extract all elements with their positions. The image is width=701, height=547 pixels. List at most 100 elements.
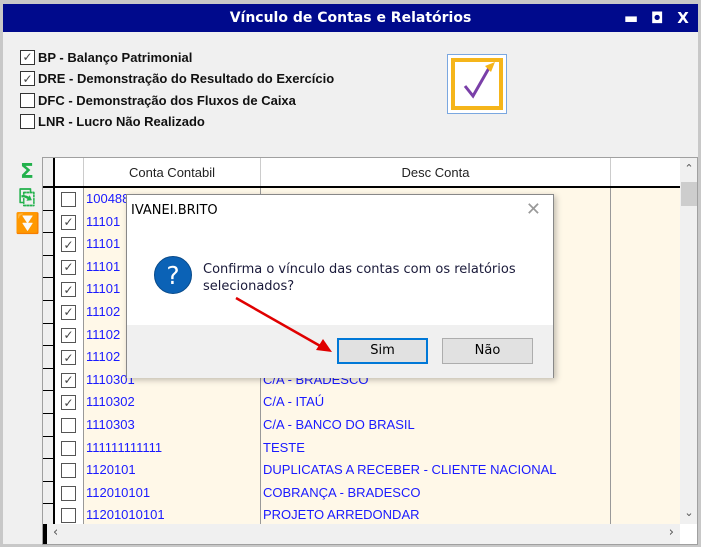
row-indicator [43, 436, 55, 460]
report-label: BP - Balanço Patrimonial [38, 49, 193, 65]
vertical-scrollbar[interactable]: ⌃ ⌄ [680, 158, 697, 524]
row-indicator [43, 188, 55, 211]
cell-desc[interactable]: DUPLICATAS A RECEBER - CLIENTE NACIONAL [261, 459, 611, 482]
dialog-close-button[interactable]: ✕ [526, 199, 541, 220]
row-indicator [43, 323, 55, 347]
row-indicator [43, 391, 55, 414]
cell-empty [611, 278, 680, 301]
row-checkbox[interactable] [61, 192, 76, 207]
cell-empty [611, 188, 680, 211]
export-icon[interactable]: ⎘ [15, 185, 39, 211]
close-button[interactable]: X [670, 4, 696, 32]
confirm-link-button[interactable] [447, 54, 507, 114]
report-label: LNR - Lucro Não Realizado [38, 114, 205, 129]
row-checkbox[interactable]: ✓ [61, 350, 76, 366]
table-row[interactable]: ✓ 1110302 C/A - ITAÚ [43, 391, 680, 414]
report-checkbox[interactable]: DFC - Demonstração dos Fluxos de Caixa [20, 90, 296, 110]
title-bar: Vínculo de Contas e Relatórios ▬ ◘ X [3, 4, 698, 32]
cell-empty [611, 368, 680, 392]
cell-conta[interactable]: 112010101 [84, 481, 261, 505]
checkbox[interactable] [20, 92, 35, 108]
yes-button[interactable]: Sim [337, 338, 428, 364]
checkbox[interactable] [20, 114, 35, 129]
table-row[interactable]: 1120101 DUPLICATAS A RECEBER - CLIENTE N… [43, 459, 680, 482]
row-checkbox[interactable]: ✓ [61, 327, 76, 343]
cell-desc[interactable]: TESTE [261, 436, 611, 460]
row-indicator [43, 278, 55, 301]
row-checkbox[interactable] [61, 463, 76, 479]
row-indicator [43, 255, 55, 279]
cell-desc[interactable]: C/A - ITAÚ [261, 391, 611, 414]
question-icon: ? [154, 256, 192, 294]
minimize-button[interactable]: ▬ [618, 4, 644, 32]
scroll-right-icon[interactable]: › [669, 525, 674, 540]
cell-desc[interactable]: C/A - BANCO DO BRASIL [261, 413, 611, 437]
column-header-conta[interactable]: Conta Contabil [84, 158, 261, 186]
cell-empty [611, 459, 680, 482]
table-row[interactable]: 112010101 COBRANÇA - BRADESCO [43, 481, 680, 505]
row-indicator [43, 459, 55, 482]
report-checkbox[interactable]: ✓ BP - Balanço Patrimonial [20, 47, 192, 67]
filter-down-icon[interactable]: ⏬ [15, 211, 40, 237]
row-checkbox[interactable]: ✓ [61, 395, 76, 411]
table-row[interactable]: 1110303 C/A - BANCO DO BRASIL [43, 413, 680, 437]
checkbox[interactable]: ✓ [20, 49, 35, 65]
report-label: DFC - Demonstração dos Fluxos de Caixa [38, 92, 296, 108]
row-checkbox[interactable] [61, 508, 76, 524]
row-indicator [43, 300, 55, 324]
cell-conta[interactable]: 1110303 [84, 413, 261, 437]
row-checkbox[interactable] [61, 485, 76, 501]
scroll-thumb[interactable] [681, 182, 697, 206]
row-indicator [43, 233, 55, 256]
window-title: Vínculo de Contas e Relatórios [229, 10, 472, 26]
row-checkbox[interactable]: ✓ [61, 214, 76, 230]
dialog-title: IVANEI.BRITO [131, 203, 218, 218]
cell-empty [611, 300, 680, 324]
row-indicator [43, 210, 55, 234]
report-label: DRE - Demonstração do Resultado do Exerc… [38, 71, 335, 86]
sigma-icon[interactable]: Σ [15, 159, 39, 185]
row-checkbox[interactable]: ✓ [61, 282, 76, 298]
report-checkbox[interactable]: ✓ DRE - Demonstração do Resultado do Exer… [20, 69, 334, 89]
cell-empty [611, 255, 680, 279]
cell-empty [611, 323, 680, 347]
cell-conta[interactable]: 1120101 [84, 459, 261, 482]
row-indicator [43, 346, 55, 369]
cell-empty [611, 481, 680, 505]
cell-empty [611, 436, 680, 460]
cell-empty [611, 210, 680, 234]
row-checkbox[interactable] [61, 417, 76, 433]
row-checkbox[interactable]: ✓ [61, 304, 76, 320]
cell-conta[interactable]: 1110302 [84, 391, 261, 414]
checkbox[interactable]: ✓ [20, 71, 35, 86]
side-toolbar: Σ ⎘ ⏬ [15, 159, 40, 237]
row-checkbox[interactable]: ✓ [61, 237, 76, 253]
row-checkbox[interactable]: ✓ [61, 372, 76, 388]
confirm-dialog: IVANEI.BRITO ✕ ? Confirma o vínculo das … [126, 194, 554, 378]
dialog-footer: Sim Não [127, 325, 553, 378]
cell-empty [611, 233, 680, 256]
report-checkbox[interactable]: LNR - Lucro Não Realizado [20, 112, 205, 132]
row-indicator [43, 481, 55, 505]
dialog-message: Confirma o vínculo das contas com os rel… [203, 262, 516, 294]
cell-empty [611, 413, 680, 437]
maximize-button[interactable]: ◘ [644, 4, 670, 32]
scroll-down-icon[interactable]: ⌄ [680, 502, 697, 524]
row-checkbox[interactable] [61, 440, 76, 456]
scroll-left-icon[interactable]: ‹ [53, 525, 58, 540]
checkmark-pencil-icon [463, 62, 495, 99]
indicator-header [43, 158, 55, 186]
horizontal-scrollbar[interactable]: ‹ › [43, 524, 680, 544]
row-checkbox[interactable]: ✓ [61, 259, 76, 275]
scroll-up-icon[interactable]: ⌃ [680, 158, 697, 180]
table-row[interactable]: 111111111111 TESTE [43, 436, 680, 460]
cell-empty [611, 346, 680, 369]
column-header-desc[interactable]: Desc Conta [261, 158, 611, 186]
cell-desc[interactable]: COBRANÇA - BRADESCO [261, 481, 611, 505]
row-indicator [43, 368, 55, 392]
no-button[interactable]: Não [442, 338, 533, 364]
cell-conta[interactable]: 111111111111 [84, 436, 261, 460]
row-indicator [43, 413, 55, 437]
cell-empty [611, 391, 680, 414]
checkbox-header [55, 158, 84, 186]
